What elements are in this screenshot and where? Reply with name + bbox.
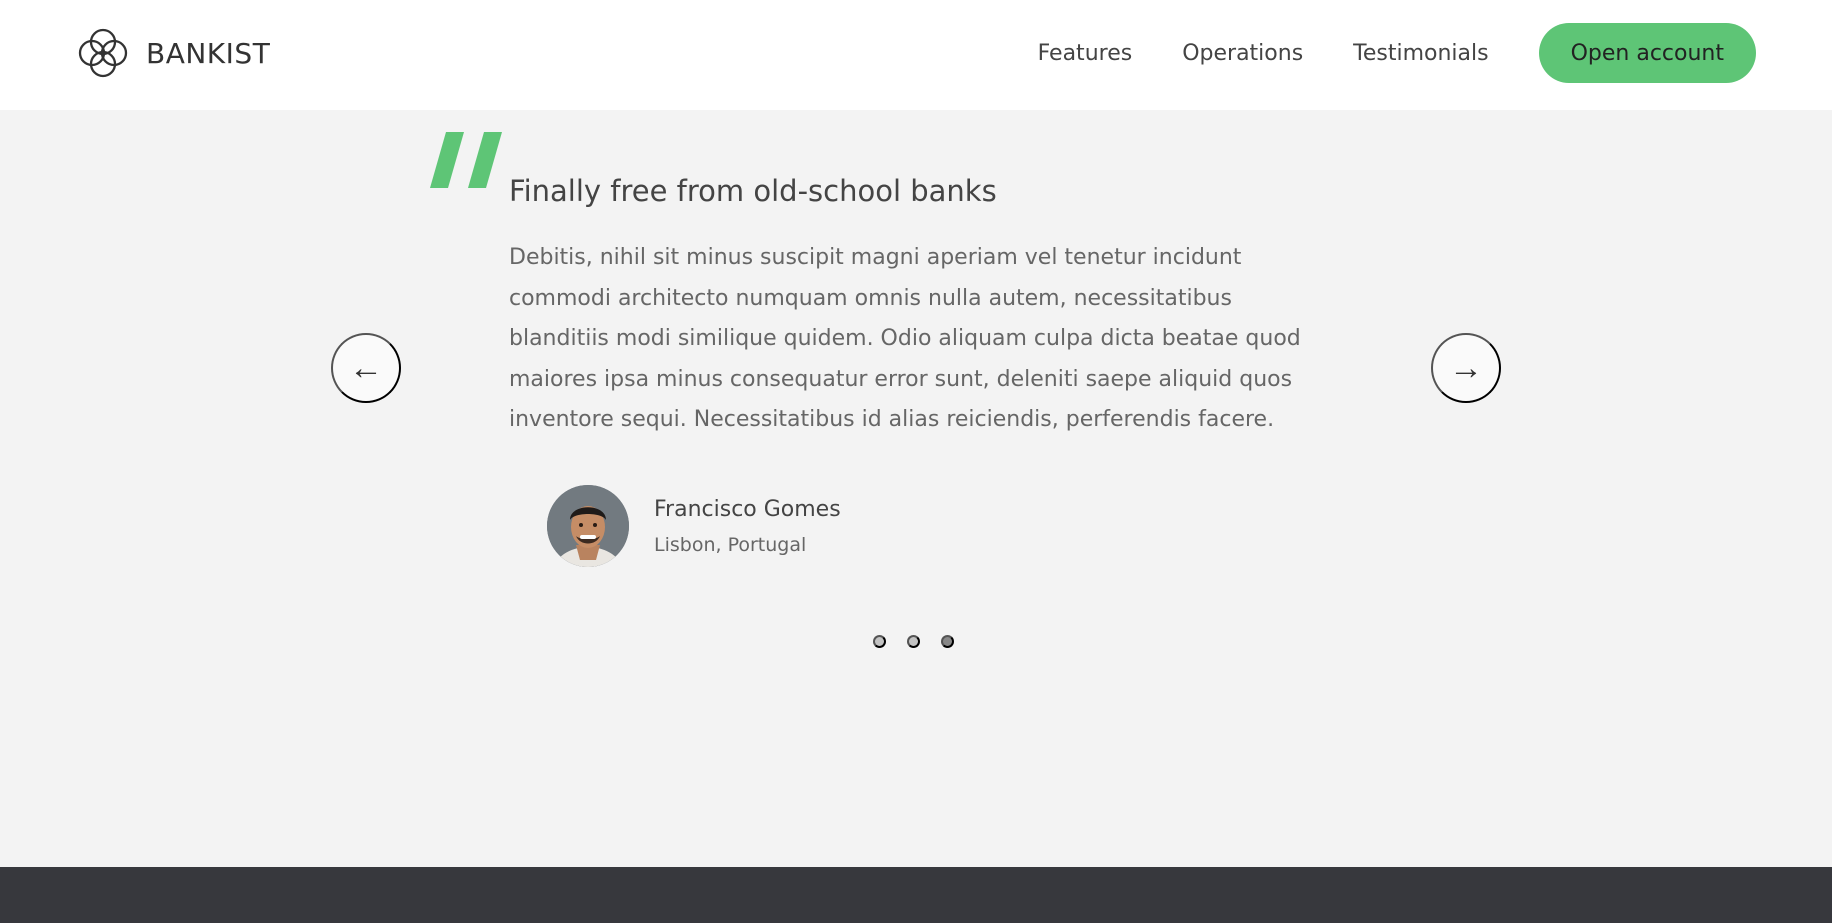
slider-dot-2[interactable] [907,635,920,648]
slider-next-button[interactable]: → [1431,333,1501,403]
open-account-button[interactable]: Open account [1538,23,1756,83]
author-location: Lisbon, Portugal [654,533,807,556]
author-info: Francisco Gomes Lisbon, Portugal [654,497,841,556]
testimonial-title: Finally free from old-school banks [509,174,997,208]
testimonials-section: Finally free from old-school banks Debit… [0,110,1832,867]
author-avatar [547,485,629,567]
author-name: Francisco Gomes [654,496,841,522]
testimonial-author: Francisco Gomes Lisbon, Portugal [547,485,841,567]
nav-links: Features Operations Testimonials Open ac… [1038,22,1756,84]
slider-prev-button[interactable]: ← [331,333,401,403]
arrow-right-icon: → [1449,348,1483,387]
arrow-left-icon: ← [349,348,383,387]
nav-link-operations[interactable]: Operations [1182,41,1303,66]
slider-dot-3[interactable] [941,635,954,648]
slider-dots [873,635,975,648]
bankist-logo-icon [78,28,128,78]
slider-dot-1[interactable] [873,635,886,648]
quote-icon [430,132,502,188]
brand-name: BANKIST [146,36,271,70]
navigation-bar: BANKIST Features Operations Testimonials… [0,0,1832,110]
nav-link-testimonials[interactable]: Testimonials [1353,41,1488,66]
footer [0,867,1832,923]
brand[interactable]: BANKIST [74,24,270,82]
testimonial-text: Debitis, nihil sit minus suscipit magni … [509,245,1301,432]
nav-link-features[interactable]: Features [1038,41,1133,66]
